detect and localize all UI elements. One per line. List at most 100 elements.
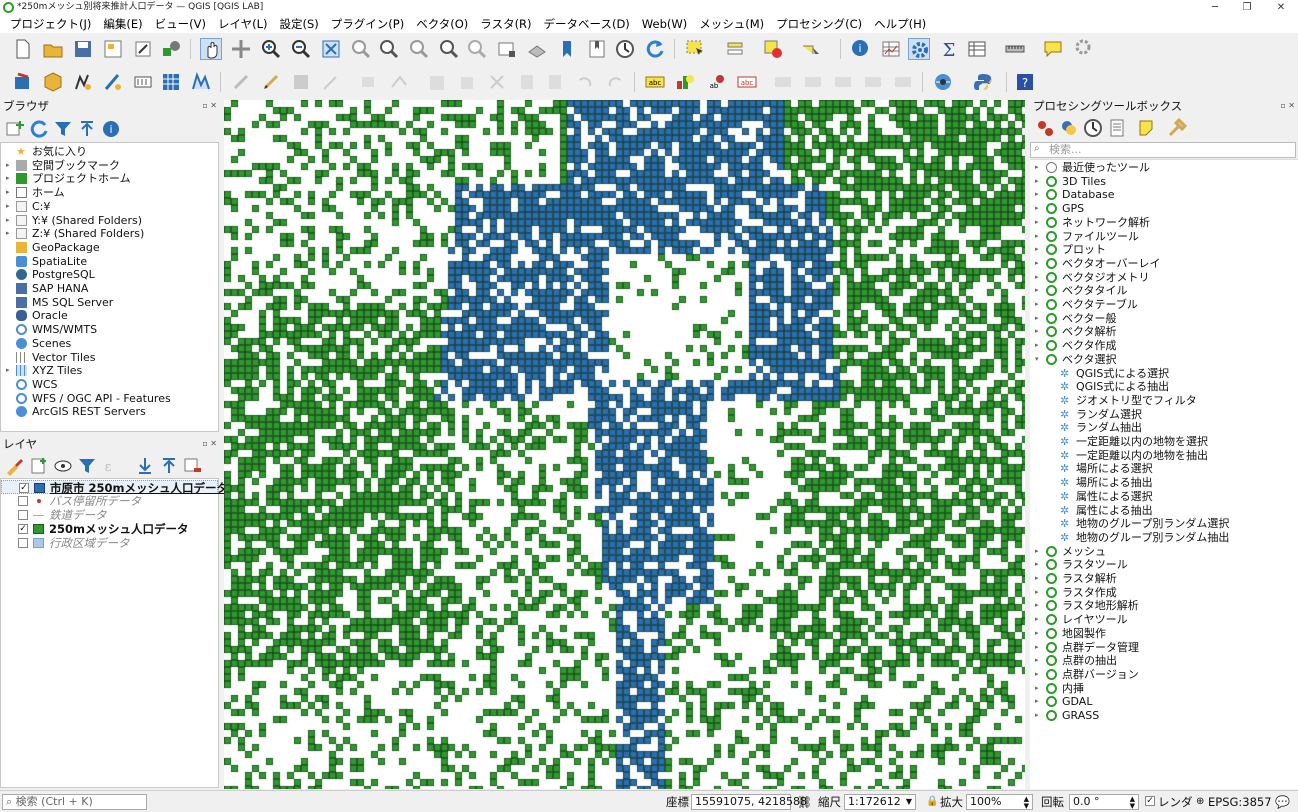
processing-group[interactable]: ▸ レイヤツール [1030,613,1298,627]
processing-group[interactable]: ▸ ラスタツール [1030,558,1298,572]
maximize-button[interactable]: ❐ [1232,0,1262,15]
layer-checkbox[interactable]: ✓ [18,524,28,534]
coordinate-input[interactable]: 15591075, 4218588 [691,794,807,810]
crs-globe-icon[interactable]: ⊕ [1196,794,1204,810]
results-viewer-icon[interactable] [1106,117,1128,139]
change-label-icon[interactable] [832,71,854,93]
crs-label[interactable]: EPSG:3857 [1208,794,1272,810]
chevron-right-icon[interactable]: ▸ [1035,243,1039,257]
copy-features-icon[interactable] [486,71,508,93]
statistics-icon[interactable]: Σ [938,38,960,61]
processing-group[interactable]: ▸ ラスタ解析 [1030,572,1298,586]
layer-row-mesh-population[interactable]: ✓ 250mメッシュ人口データ [1,522,218,536]
chevron-right-icon[interactable]: ▸ [1035,339,1039,353]
python-console-icon[interactable] [972,71,994,93]
save-edits-icon[interactable] [290,71,312,93]
layout-manager-icon[interactable] [102,38,124,60]
processing-group[interactable]: ▸ ベクタオーバーレイ [1030,257,1298,271]
new-map-view-icon[interactable] [496,38,518,60]
rotate-label-icon[interactable] [802,71,824,93]
label-tool-icon[interactable]: abc [644,71,666,93]
processing-group[interactable]: ▸ ネットワーク解析 [1030,216,1298,230]
menu-processing[interactable]: プロセシング(C) [770,16,868,32]
processing-group[interactable]: ▸ ファイルツール [1030,230,1298,244]
current-edits-icon[interactable] [230,71,252,93]
identify-features-icon[interactable]: i [850,38,872,60]
chevron-right-icon[interactable]: ▸ [1035,188,1039,202]
paste-features-icon[interactable] [516,71,538,93]
zoom-in-icon[interactable] [260,38,282,60]
chevron-right-icon[interactable]: ▸ [1035,257,1039,271]
processing-algorithm[interactable]: ✲ 場所による選択 [1030,462,1298,476]
menu-project[interactable]: プロジェクト(J) [4,16,97,32]
processing-algorithm[interactable]: ✲ 場所による抽出 [1030,476,1298,490]
menu-edit[interactable]: 編集(E) [97,16,148,32]
menu-view[interactable]: ビュー(V) [149,16,212,32]
browser-panel-buttons[interactable]: ▫ ✕ [202,101,217,110]
chevron-right-icon[interactable]: ▸ [1035,627,1039,641]
select-by-location-icon[interactable] [800,38,822,60]
layer-checkbox[interactable] [18,538,28,548]
processing-group[interactable]: ▸ Database [1030,188,1298,202]
toggle-extents-icon[interactable]: ⛓ [797,794,812,810]
add-raster-icon[interactable] [160,71,182,93]
lock-scale-icon[interactable]: 🔒 [926,794,938,810]
new-geopackage-icon[interactable] [42,71,64,93]
filter-browser-icon[interactable] [52,118,74,140]
chevron-right-icon[interactable]: ▸ [1035,298,1039,312]
new-temporary-layer-icon[interactable] [102,71,124,93]
map-canvas[interactable] [224,100,1025,789]
layer-checkbox[interactable] [18,510,28,520]
zoom-full-icon[interactable] [320,38,342,60]
close-button[interactable]: ✕ [1266,0,1296,15]
add-group-icon[interactable] [28,455,50,477]
manage-visibility-icon[interactable] [52,455,74,477]
processing-group[interactable]: ▸ ベクタテーブル [1030,298,1298,312]
refresh-icon[interactable] [644,38,666,60]
cut-features-icon[interactable] [456,71,478,93]
processing-group[interactable]: ▸ 3D Tiles [1030,175,1298,189]
chevron-right-icon[interactable]: ▸ [1035,695,1039,709]
processing-group[interactable]: ▸ ベクタジオメトリ [1030,271,1298,285]
chevron-right-icon[interactable]: ▸ [1035,202,1039,216]
menu-web[interactable]: Web(W) [636,17,693,31]
measure-icon[interactable] [1004,38,1026,60]
layer-checkbox[interactable]: ✓ [19,483,29,493]
processing-group[interactable]: ▸ メッシュ [1030,545,1298,559]
processing-algorithm[interactable]: ✲ QGIS式による選択 [1030,367,1298,381]
new-3d-map-icon[interactable] [526,38,548,60]
layers-panel-buttons[interactable]: ▫ ✕ [202,439,217,448]
processing-group[interactable]: ▸ 点群バージョン [1030,668,1298,682]
processing-algorithm[interactable]: ✲ ジオメトリ型でフィルタ [1030,394,1298,408]
processing-group[interactable]: ▸ 地図製作 [1030,627,1298,641]
browser-refresh-icon[interactable] [28,118,50,140]
style-manager-icon[interactable] [160,38,182,60]
zoom-out-icon[interactable] [290,38,312,60]
processing-algorithm[interactable]: ✲ 地物のグループ別ランダム抽出 [1030,531,1298,545]
processing-algorithm[interactable]: ✲ 属性による選択 [1030,490,1298,504]
pan-to-selection-icon[interactable] [230,38,252,60]
menu-raster[interactable]: ラスタ(R) [474,16,537,32]
menu-plugins[interactable]: プラグイン(P) [325,16,410,32]
options-icon[interactable] [1166,117,1188,139]
processing-algorithm[interactable]: ✲ ランダム選択 [1030,408,1298,422]
paste-icon[interactable] [544,71,566,93]
render-checkbox[interactable]: ✓ [1145,796,1155,806]
menu-settings[interactable]: 設定(S) [274,16,325,32]
show-bookmarks-icon[interactable] [586,38,608,60]
rotation-spinbox[interactable]: 0.0 ° ▲ ▼ [1069,794,1139,810]
style-brush-icon[interactable] [4,455,26,477]
zoom-native-icon[interactable] [408,38,430,60]
processing-algorithm[interactable]: ✲ QGIS式による抽出 [1030,380,1298,394]
processing-toolbox-icon[interactable] [908,38,930,60]
filter-legend-icon[interactable] [76,455,98,477]
open-project-icon[interactable] [42,38,64,60]
chevron-right-icon[interactable]: ▸ [1035,586,1039,600]
processing-panel-buttons[interactable]: ▫ ✕ [1280,101,1295,110]
select-by-value-icon[interactable] [724,38,746,60]
expand-all-icon[interactable] [134,455,156,477]
map-tips-icon[interactable] [1042,38,1064,60]
filter-expression-icon[interactable]: ε [100,455,122,477]
menu-database[interactable]: データベース(D) [538,16,636,32]
processing-group[interactable]: ▸ 最近使ったツール [1030,161,1298,175]
